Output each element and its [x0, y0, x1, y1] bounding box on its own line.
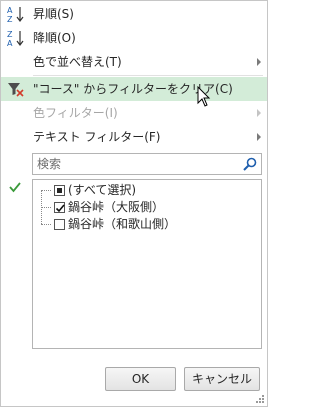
svg-text:Z: Z	[7, 15, 13, 23]
filter-values-list[interactable]: (すべて選択) 鍋谷峠（大阪側） 鍋谷峠（和歌山側）	[32, 179, 262, 349]
menu-item-color-filter: 色フィルター(I)	[1, 101, 267, 125]
filter-dropdown-menu: A Z 昇順(S) Z A 降順(O) 色で並べ替え(T) "コース" からフィ…	[0, 0, 268, 407]
list-item-label: (すべて選択)	[68, 183, 137, 197]
search-input[interactable]: 検索	[32, 153, 262, 175]
search-icon[interactable]	[242, 156, 258, 172]
list-item[interactable]: 鍋谷峠（大阪側）	[33, 199, 259, 216]
menu-item-label: 昇順(S)	[33, 7, 74, 21]
submenu-arrow-icon	[257, 58, 261, 66]
menu-item-label: テキスト フィルター(F)	[33, 130, 161, 144]
svg-text:A: A	[7, 6, 13, 15]
list-item-label: 鍋谷峠（和歌山側）	[68, 217, 177, 231]
sort-descending-icon: Z A	[7, 30, 24, 47]
menu-item-label: 色フィルター(I)	[33, 106, 118, 120]
menu-item-sort-by-color[interactable]: 色で並べ替え(T)	[1, 50, 267, 74]
checkbox-partial[interactable]	[54, 185, 65, 196]
submenu-arrow-icon	[257, 109, 261, 117]
menu-item-clear-filter[interactable]: "コース" からフィルターをクリア(C)	[1, 77, 267, 101]
svg-text:A: A	[7, 39, 13, 47]
checkmark-icon	[55, 204, 65, 213]
menu-item-text-filter[interactable]: テキスト フィルター(F)	[1, 125, 267, 149]
checkbox-unchecked[interactable]	[54, 219, 65, 230]
list-item-select-all[interactable]: (すべて選択)	[33, 182, 259, 199]
menu-item-sort-ascending[interactable]: A Z 昇順(S)	[1, 2, 267, 26]
menu-item-sort-descending[interactable]: Z A 降順(O)	[1, 26, 267, 50]
menu-separator	[33, 75, 263, 76]
resize-grip-icon[interactable]	[255, 394, 265, 404]
checkbox-checked[interactable]	[54, 202, 65, 213]
list-item-label: 鍋谷峠（大阪側）	[68, 200, 165, 214]
list-item[interactable]: 鍋谷峠（和歌山側）	[33, 216, 259, 233]
clear-filter-icon	[8, 83, 24, 97]
cancel-button[interactable]: キャンセル	[184, 367, 260, 391]
checkmark-icon	[9, 182, 21, 193]
sort-ascending-icon: A Z	[7, 6, 24, 23]
ok-button[interactable]: OK	[105, 367, 176, 391]
menu-item-label: 色で並べ替え(T)	[33, 55, 122, 69]
search-placeholder: 検索	[37, 157, 62, 171]
menu-item-label: 降順(O)	[33, 31, 76, 45]
svg-text:Z: Z	[7, 30, 13, 39]
submenu-arrow-icon	[257, 133, 261, 141]
mouse-cursor-icon	[197, 86, 211, 107]
